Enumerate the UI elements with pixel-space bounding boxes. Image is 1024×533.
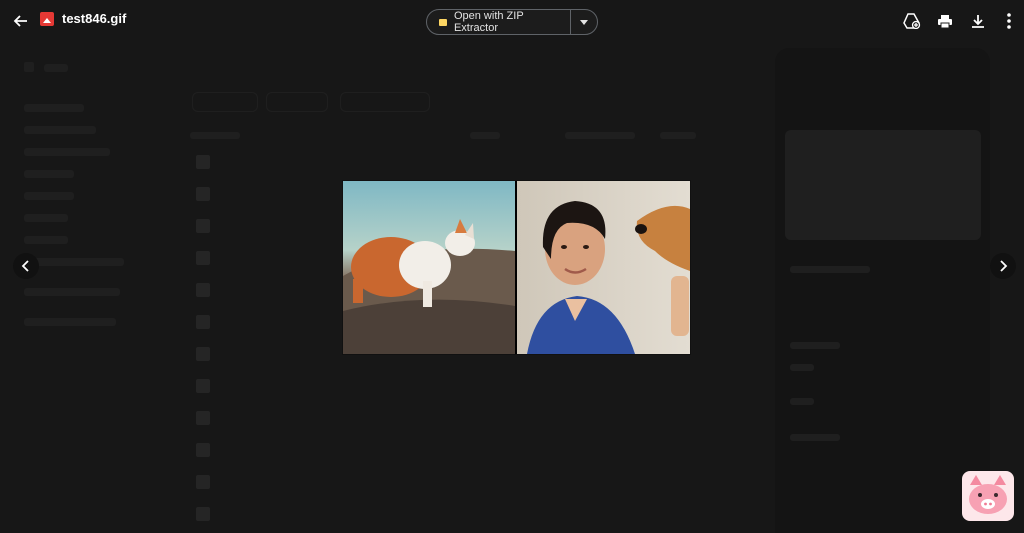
next-file-button[interactable] [990, 253, 1016, 279]
chevron-right-icon [1000, 260, 1008, 272]
open-with-control: Open with ZIP Extractor [426, 9, 598, 35]
previous-file-button[interactable] [13, 253, 39, 279]
open-with-label: Open with ZIP Extractor [453, 10, 524, 34]
back-arrow-icon [13, 15, 27, 27]
preview-frame-woman-dog [517, 181, 690, 354]
zip-extractor-icon [439, 18, 447, 26]
print-button[interactable] [931, 7, 959, 35]
add-to-drive-icon [903, 13, 921, 29]
more-vert-icon [1007, 13, 1011, 29]
file-title: test846.gif [40, 11, 126, 26]
chevron-down-icon [580, 19, 588, 25]
open-with-dropdown-button[interactable] [571, 10, 597, 34]
pig-face-icon [969, 475, 1007, 514]
file-name: test846.gif [62, 11, 127, 26]
image-file-icon [40, 11, 54, 26]
print-icon [938, 14, 952, 28]
preview-frame-cat [343, 181, 515, 354]
pig-sticker-logo [962, 471, 1014, 521]
back-button[interactable] [7, 7, 35, 35]
open-with-button[interactable]: Open with ZIP Extractor [427, 10, 570, 34]
more-options-button[interactable] [995, 7, 1023, 35]
woman-dog-illustration [527, 201, 690, 354]
add-to-drive-button[interactable] [898, 7, 926, 35]
cat-illustration [343, 219, 515, 354]
gif-preview [342, 180, 691, 355]
download-icon [972, 14, 984, 28]
download-button[interactable] [964, 7, 992, 35]
viewer-topbar: test846.gif Open with ZIP Extractor [0, 0, 1024, 42]
chevron-left-icon [21, 260, 29, 272]
